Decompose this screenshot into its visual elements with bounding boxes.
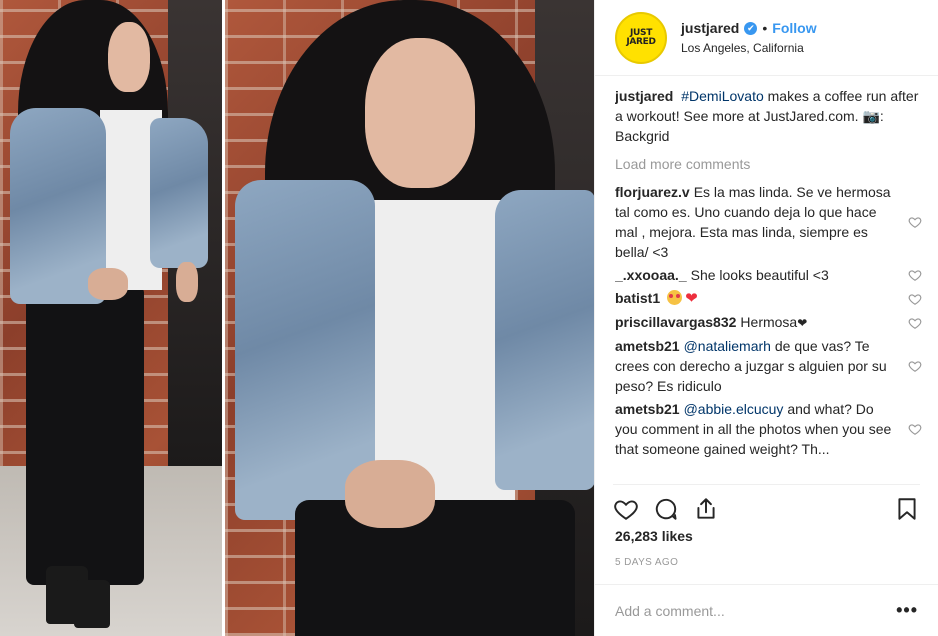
like-button[interactable]: [613, 493, 653, 525]
bookmark-icon: [898, 497, 916, 520]
verified-badge-icon: ✔: [744, 21, 758, 35]
post-header: JUST JARED justjared ✔ • Follow Los Ange…: [595, 0, 938, 76]
comment-mention[interactable]: @abbie.elcucuy: [684, 401, 784, 417]
comments-list[interactable]: justjared #DemiLovato makes a coffee run…: [615, 86, 922, 476]
header-text: justjared ✔ • Follow Los Angeles, Califo…: [681, 20, 817, 55]
comment-username[interactable]: _.xxooaa._: [615, 267, 687, 283]
add-comment-bar: •••: [595, 584, 938, 636]
header-row: justjared ✔ • Follow: [681, 20, 817, 36]
load-more-comments-button[interactable]: Load more comments: [615, 154, 922, 174]
comment-mention[interactable]: @nataliemarh: [684, 338, 771, 354]
comment-like-heart-icon[interactable]: [908, 292, 922, 306]
add-comment-input[interactable]: [615, 602, 897, 619]
comment-item: batist1 ❤: [615, 288, 922, 309]
save-button[interactable]: [880, 493, 920, 525]
comment-item: ametsb21 @nataliemarh de que vas? Te cree…: [615, 336, 922, 396]
comment-username[interactable]: ametsb21: [615, 401, 680, 417]
comment-text: She looks beautiful <3: [690, 267, 829, 283]
smiling-face-with-heart-eyes-icon: [667, 290, 683, 305]
comment-username[interactable]: batist1: [615, 290, 660, 306]
post-photo[interactable]: [0, 0, 594, 636]
person-figure: [0, 0, 222, 636]
username-link[interactable]: justjared: [681, 20, 739, 36]
comment-like-heart-icon[interactable]: [908, 268, 922, 282]
post-side-panel: JUST JARED justjared ✔ • Follow Los Ange…: [594, 0, 938, 636]
caption-username[interactable]: justjared: [615, 88, 673, 104]
comment-like-heart-icon[interactable]: [908, 422, 922, 436]
avatar-text-line-2: JARED: [626, 36, 656, 47]
comment-item: priscillavargas832 Hermosa❤: [615, 312, 922, 333]
comment-username[interactable]: ametsb21: [615, 338, 680, 354]
photo-right-panel: [222, 0, 594, 636]
photo-left-panel: [0, 0, 222, 636]
separator-dot: •: [762, 20, 768, 36]
comment-button[interactable]: [653, 493, 693, 525]
camera-icon: 📷: [862, 108, 880, 124]
comment-item: _.xxooaa._ She looks beautiful <3: [615, 265, 922, 285]
instagram-post: JUST JARED justjared ✔ • Follow Los Ange…: [0, 0, 938, 636]
share-icon: [697, 497, 715, 519]
person-figure-closeup: [225, 0, 594, 636]
red-heart-icon: ❤: [685, 290, 698, 307]
post-timestamp: 5 DAYS AGO: [615, 557, 679, 568]
post-actions-bar: [613, 484, 920, 524]
black-heart-icon: ❤: [797, 316, 808, 330]
comment-like-heart-icon[interactable]: [908, 215, 922, 229]
comment-text: Hermosa: [740, 314, 798, 330]
location-link[interactable]: Los Angeles, California: [681, 41, 817, 55]
post-caption: justjared #DemiLovato makes a coffee run…: [615, 86, 922, 146]
heart-icon: [614, 499, 638, 520]
share-button[interactable]: [693, 493, 733, 525]
follow-button[interactable]: Follow: [772, 20, 816, 36]
comment-icon: [655, 498, 677, 520]
comment-item: florjuarez.v Es la mas linda. Se ve hermo…: [615, 182, 922, 262]
comment-like-heart-icon[interactable]: [908, 316, 922, 330]
caption-hashtag[interactable]: #DemiLovato: [681, 88, 764, 104]
comment-username[interactable]: florjuarez.v: [615, 184, 690, 200]
likes-count[interactable]: 26,283 likes: [615, 528, 693, 544]
comment-username[interactable]: priscillavargas832: [615, 314, 736, 330]
comment-like-heart-icon[interactable]: [908, 359, 922, 373]
comment-item: ametsb21 @abbie.elcucuy and what? Do you …: [615, 399, 922, 459]
more-options-icon[interactable]: •••: [896, 600, 918, 621]
avatar[interactable]: JUST JARED: [615, 11, 667, 64]
